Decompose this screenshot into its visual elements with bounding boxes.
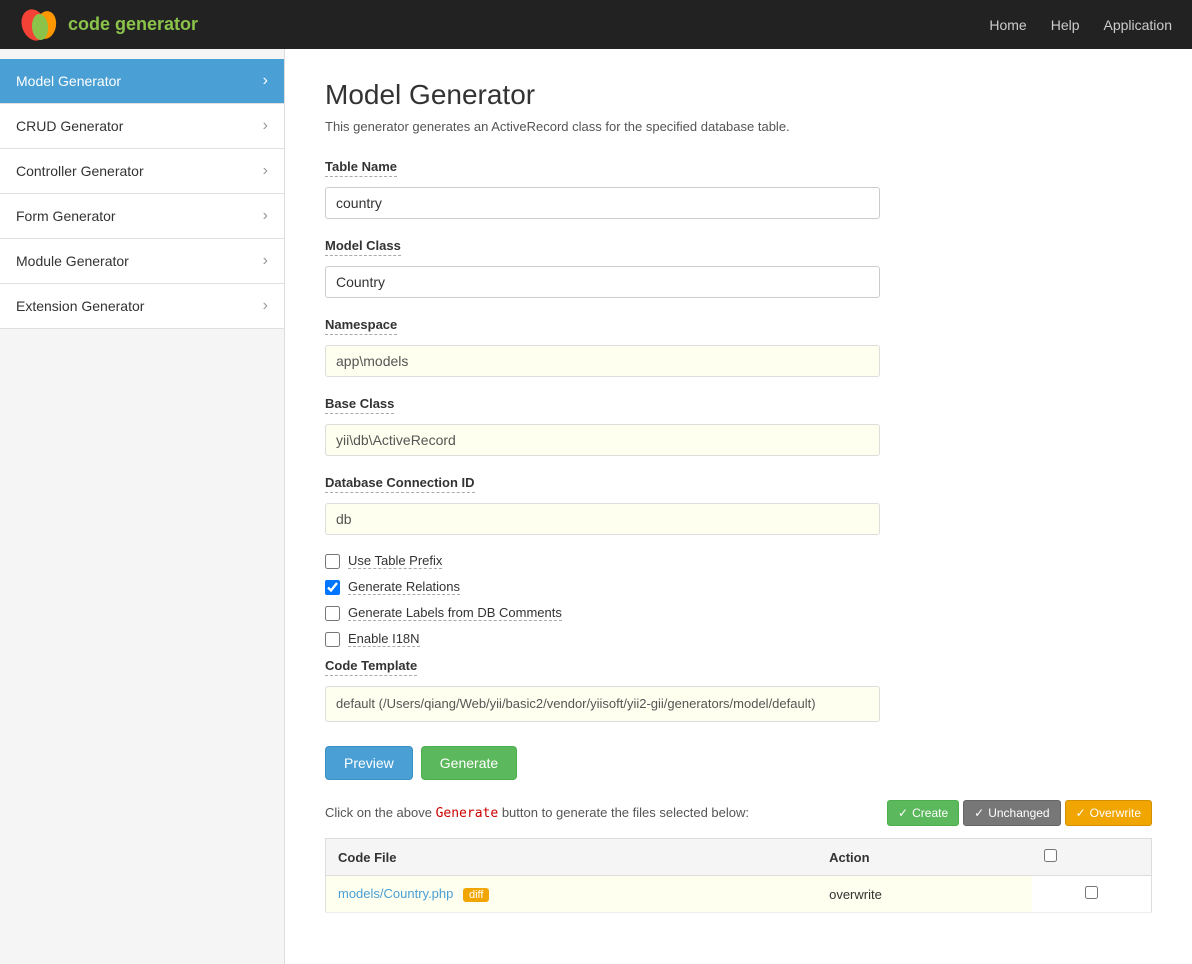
col-header-checkbox: [1032, 839, 1152, 876]
checkmark-icon: ✓: [974, 806, 984, 820]
db-connection-group: Database Connection ID: [325, 474, 1152, 535]
model-class-input[interactable]: [325, 266, 880, 298]
sidebar-item-model-generator[interactable]: Model Generator ›: [0, 59, 284, 104]
generate-labels-label[interactable]: Generate Labels from DB Comments: [348, 605, 562, 621]
enable-i18n-group: Enable I18N: [325, 631, 1152, 647]
use-table-prefix-checkbox[interactable]: [325, 554, 340, 569]
row-checkbox[interactable]: [1085, 886, 1098, 899]
generate-relations-checkbox[interactable]: [325, 580, 340, 595]
sidebar-label-controller-generator: Controller Generator: [16, 163, 144, 179]
page-description: This generator generates an ActiveRecord…: [325, 119, 1152, 134]
enable-i18n-checkbox[interactable]: [325, 632, 340, 647]
col-header-file: Code File: [326, 839, 818, 876]
namespace-label: Namespace: [325, 317, 397, 335]
row-checkbox-cell: [1032, 876, 1152, 913]
file-cell: models/Country.php diff: [326, 876, 818, 913]
status-bar: Click on the above Generate button to ge…: [325, 800, 1152, 826]
content-area: Model Generator This generator generates…: [285, 49, 1192, 964]
yii-logo-icon: [20, 7, 60, 43]
enable-i18n-label[interactable]: Enable I18N: [348, 631, 420, 647]
db-connection-label: Database Connection ID: [325, 475, 475, 493]
generate-relations-group: Generate Relations: [325, 579, 1152, 595]
checkmark-icon: ✓: [898, 806, 908, 820]
file-link[interactable]: models/Country.php: [338, 886, 453, 901]
sidebar-item-controller-generator[interactable]: Controller Generator ›: [0, 149, 284, 194]
col-header-action: Action: [817, 839, 1031, 876]
sidebar-label-module-generator: Module Generator: [16, 253, 129, 269]
sidebar-label-form-generator: Form Generator: [16, 208, 116, 224]
sidebar-label-model-generator: Model Generator: [16, 73, 121, 89]
use-table-prefix-group: Use Table Prefix: [325, 553, 1152, 569]
checkmark-icon: ✓: [1076, 806, 1086, 820]
main-container: Model Generator › CRUD Generator › Contr…: [0, 49, 1192, 964]
sidebar-label-crud-generator: CRUD Generator: [16, 118, 123, 134]
generate-button[interactable]: Generate: [421, 746, 517, 780]
model-class-group: Model Class: [325, 237, 1152, 298]
navbar: code generator Home Help Application: [0, 0, 1192, 49]
status-suffix: button to generate the files selected be…: [502, 805, 749, 820]
status-prefix: Click on the above: [325, 805, 432, 820]
page-title: Model Generator: [325, 79, 1152, 111]
db-connection-input: [325, 503, 880, 535]
badge-unchanged: ✓ Unchanged: [963, 800, 1060, 826]
badge-overwrite: ✓ Overwrite: [1065, 800, 1152, 826]
action-cell: overwrite: [817, 876, 1031, 913]
nav-application[interactable]: Application: [1104, 17, 1173, 33]
nav-links: Home Help Application: [989, 17, 1172, 33]
chevron-right-icon: ›: [263, 297, 268, 315]
code-template-label: Code Template: [325, 658, 417, 676]
nav-home[interactable]: Home: [989, 17, 1026, 33]
brand: code generator: [20, 7, 198, 43]
status-keyword: Generate: [436, 806, 499, 821]
base-class-input: [325, 424, 880, 456]
sidebar-item-form-generator[interactable]: Form Generator ›: [0, 194, 284, 239]
code-template-group: Code Template default (/Users/qiang/Web/…: [325, 657, 1152, 722]
nav-help[interactable]: Help: [1051, 17, 1080, 33]
generate-labels-checkbox[interactable]: [325, 606, 340, 621]
namespace-group: Namespace: [325, 316, 1152, 377]
diff-badge[interactable]: diff: [463, 888, 489, 902]
table-name-label: Table Name: [325, 159, 397, 177]
table-row: models/Country.php diff overwrite: [326, 876, 1152, 913]
model-class-label: Model Class: [325, 238, 401, 256]
chevron-right-icon: ›: [263, 207, 268, 225]
table-name-input[interactable]: [325, 187, 880, 219]
use-table-prefix-label[interactable]: Use Table Prefix: [348, 553, 442, 569]
preview-button[interactable]: Preview: [325, 746, 413, 780]
chevron-right-icon: ›: [263, 117, 268, 135]
results-table: Code File Action models/Country.php diff…: [325, 838, 1152, 913]
base-class-group: Base Class: [325, 395, 1152, 456]
select-all-checkbox[interactable]: [1044, 849, 1057, 862]
generate-labels-group: Generate Labels from DB Comments: [325, 605, 1152, 621]
status-badges: ✓ Create ✓ Unchanged ✓ Overwrite: [887, 800, 1152, 826]
namespace-input: [325, 345, 880, 377]
sidebar-label-extension-generator: Extension Generator: [16, 298, 144, 314]
sidebar-item-extension-generator[interactable]: Extension Generator ›: [0, 284, 284, 329]
sidebar-item-crud-generator[interactable]: CRUD Generator ›: [0, 104, 284, 149]
chevron-right-icon: ›: [263, 252, 268, 270]
status-text: Click on the above Generate button to ge…: [325, 805, 749, 821]
sidebar: Model Generator › CRUD Generator › Contr…: [0, 49, 285, 964]
badge-create: ✓ Create: [887, 800, 959, 826]
table-name-group: Table Name: [325, 158, 1152, 219]
sidebar-item-module-generator[interactable]: Module Generator ›: [0, 239, 284, 284]
chevron-right-icon: ›: [263, 72, 268, 90]
code-template-value: default (/Users/qiang/Web/yii/basic2/ven…: [325, 686, 880, 722]
generate-relations-label[interactable]: Generate Relations: [348, 579, 460, 595]
base-class-label: Base Class: [325, 396, 394, 414]
chevron-right-icon: ›: [263, 162, 268, 180]
brand-text: code generator: [68, 14, 198, 35]
action-buttons: Preview Generate: [325, 746, 1152, 780]
